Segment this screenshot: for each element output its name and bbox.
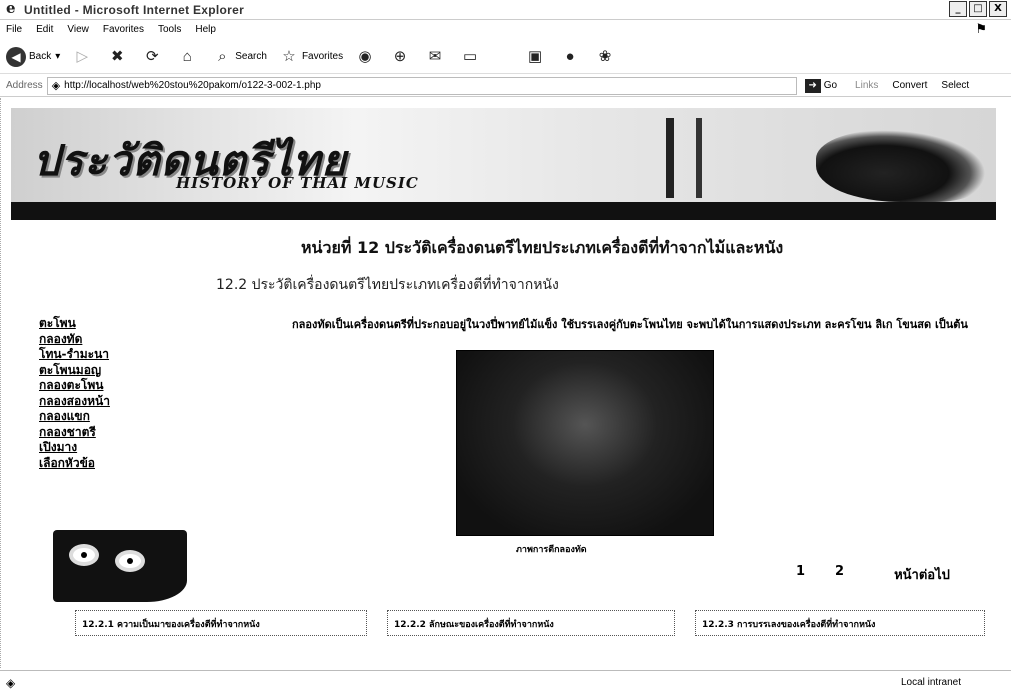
media-button[interactable]: ◉ (355, 47, 378, 67)
sidebar-item-klong-chatri[interactable]: กลองชาตรี (39, 425, 189, 441)
menu-file[interactable]: File (6, 24, 22, 35)
favorites-label: Favorites (301, 51, 344, 62)
sidebar-item-thon-rammana[interactable]: โทน-รำมะนา (39, 347, 189, 363)
search-button[interactable]: ⌕ Search (212, 47, 267, 67)
history-icon: ⊕ (393, 47, 407, 65)
extra-tool-button[interactable]: ❀ (595, 47, 618, 67)
site-banner: ประวัติดนตรีไทย HISTORY OF THAI MUSIC (11, 108, 996, 220)
search-icon: ⌕ (218, 47, 227, 65)
refresh-icon: ⟳ (145, 47, 159, 65)
sidebar-item-taphon[interactable]: ตะโพน (39, 316, 189, 332)
go-arrow-icon: ➜ (804, 78, 821, 93)
address-bar: Address ◈ http://localhost/web%20stou%20… (0, 75, 1011, 97)
media-icon: ◉ (358, 47, 372, 65)
windows-flag-icon: ⚑ (975, 21, 987, 36)
subsection-link-1[interactable]: 12.2.1 ความเป็นมาของเครื่องตีที่ทำจากหนั… (75, 610, 367, 636)
history-button[interactable]: ⊕ (390, 47, 413, 67)
back-dropdown-icon[interactable]: ▾ (55, 51, 60, 62)
pagination: 1 2 หน้าต่อไป (796, 564, 950, 585)
back-label: Back (29, 51, 52, 62)
star-icon: ☆ (282, 47, 296, 65)
address-input[interactable]: ◈ http://localhost/web%20stou%20pakom/o1… (46, 76, 797, 95)
sidebar-item-klong-song-na[interactable]: กลองสองหน้า (39, 394, 189, 410)
subsection-link-2[interactable]: 12.2.2 ลักษณะของเครื่องตีที่ทำจากหนัง (387, 610, 675, 636)
home-button[interactable]: ⌂ (177, 47, 200, 67)
back-button[interactable]: ◀ Back ▾ (6, 46, 60, 67)
next-page-link[interactable]: หน้าต่อไป (894, 564, 950, 585)
page-2-link[interactable]: 2 (835, 564, 844, 585)
back-arrow-icon: ◀ (6, 46, 26, 67)
sidebar-item-poeng-mang[interactable]: เปิงมาง (39, 440, 189, 456)
banner-instrument-image (816, 130, 986, 202)
maximize-button[interactable]: □ (969, 1, 987, 17)
page-icon: ◈ (51, 80, 61, 92)
menu-favorites[interactable]: Favorites (103, 24, 144, 35)
menu-help[interactable]: Help (195, 24, 216, 35)
stop-icon: ✖ (110, 47, 124, 65)
window-controls: _ □ X (949, 1, 1007, 17)
mail-button[interactable]: ✉ (425, 47, 448, 67)
research-icon: ▣ (527, 47, 543, 65)
search-label: Search (235, 51, 267, 62)
extra-tool-icon: ❀ (598, 47, 612, 65)
close-button[interactable]: X (989, 1, 1007, 17)
address-label: Address (6, 80, 43, 91)
banner-bar (11, 202, 996, 220)
page-viewport: ประวัติดนตรีไทย HISTORY OF THAI MUSIC หน… (0, 98, 1011, 668)
page-status-icon: ◈ (6, 675, 16, 690)
sidebar-item-taphon-mon[interactable]: ตะโพนมอญ (39, 363, 189, 379)
security-zone: Local intranet (900, 677, 961, 688)
edit-icon: ▭ (462, 47, 478, 65)
banner-pole-decoration (666, 118, 674, 198)
messenger-button[interactable]: ● (560, 47, 583, 67)
minimize-button[interactable]: _ (949, 1, 967, 17)
links-button[interactable]: Links (855, 80, 878, 91)
stop-button[interactable]: ✖ (107, 47, 130, 67)
mail-icon: ✉ (428, 47, 442, 65)
home-icon: ⌂ (182, 47, 192, 65)
favorites-button[interactable]: ☆ Favorites (279, 47, 343, 67)
research-button[interactable]: ▣ (525, 47, 548, 67)
ie-logo-icon (4, 0, 20, 18)
subsection-link-3[interactable]: 12.2.3 การบรรเลงของเครื่องตีที่ทำจากหนัง (695, 610, 985, 636)
edit-page-button[interactable]: ▭ (460, 47, 483, 67)
menu-view[interactable]: View (67, 24, 89, 35)
sidebar-item-klong-khaek[interactable]: กลองแขก (39, 409, 189, 425)
banner-pole-decoration (696, 118, 702, 198)
page-1-link[interactable]: 1 (796, 564, 805, 585)
convert-button[interactable]: Convert (892, 80, 927, 91)
subsection-links: 12.2.1 ความเป็นมาของเครื่องตีที่ทำจากหนั… (75, 610, 985, 636)
forward-button[interactable]: ▷ (72, 47, 95, 67)
status-bar: ◈ Local intranet (0, 670, 1011, 694)
refresh-button[interactable]: ⟳ (142, 47, 165, 67)
toolbar: ◀ Back ▾ ▷ ✖ ⟳ ⌂ ⌕ Search ☆ Favorites ◉ … (0, 40, 1011, 74)
banner-subtitle: HISTORY OF THAI MUSIC (176, 174, 419, 192)
drum-head-decoration (69, 544, 99, 566)
sidebar-item-klong-that[interactable]: กลองทัด (39, 332, 189, 348)
window-title: Untitled - Microsoft Internet Explorer (24, 2, 245, 17)
go-button[interactable]: ➜ Go (804, 78, 838, 93)
menu-tools[interactable]: Tools (158, 24, 181, 35)
drum-head-decoration (115, 550, 145, 572)
sidebar-item-klong-taphon[interactable]: กลองตะโพน (39, 378, 189, 394)
photo-caption: ภาพการตีกลองทัด (516, 545, 587, 555)
sidebar-nav: ตะโพน กลองทัด โทน-รำมะนา ตะโพนมอญ กลองตะ… (39, 316, 189, 471)
drum-photo (456, 350, 714, 536)
menu-bar: File Edit View Favorites Tools Help ⚑ (0, 20, 1011, 38)
address-url: http://localhost/web%20stou%20pakom/o122… (64, 80, 321, 91)
title-bar: Untitled - Microsoft Internet Explorer _… (0, 0, 1011, 20)
drum-illustration (53, 530, 187, 602)
unit-heading: หน่วยที่ 12 ประวัติเครื่องดนตรีไทยประเภท… (301, 238, 784, 257)
section-heading: 12.2 ประวัติเครื่องดนตรีไทยประเภทเครื่อง… (216, 277, 559, 293)
select-button[interactable]: Select (941, 80, 969, 91)
forward-arrow-icon: ▷ (76, 47, 89, 65)
messenger-icon: ● (565, 47, 575, 65)
menu-edit[interactable]: Edit (36, 24, 53, 35)
go-label: Go (823, 80, 838, 91)
content-paragraph: กลองทัดเป็นเครื่องดนตรีที่ประกอบอยู่ในวง… (292, 318, 968, 331)
sidebar-item-select-topic[interactable]: เลือกหัวข้อ (39, 456, 189, 472)
